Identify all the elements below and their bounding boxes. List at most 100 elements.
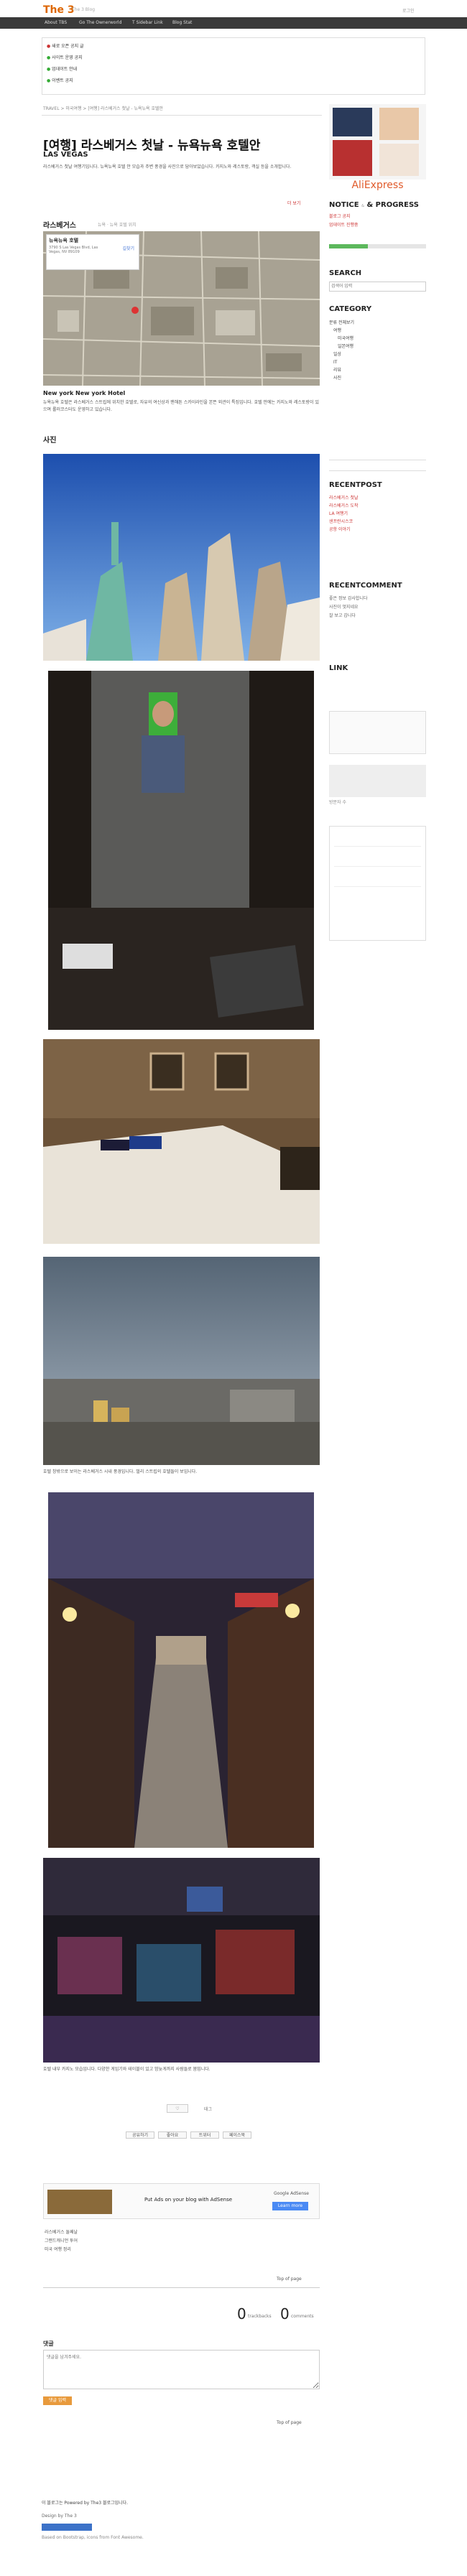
recentcomment-item[interactable]: 좋은 정보 감사합니다 [329,595,368,603]
related-list: 라스베거스 둘째날 그랜드캐니언 투어 미국 여행 정리 [45,2228,78,2254]
notice-line[interactable]: ● 이벤트 공지 [47,75,420,87]
hotel-heading: New york New york Hotel [43,390,126,396]
comments-count: 0 [280,2305,290,2322]
recentcomment-heading: RECENTCOMMENT [329,582,402,590]
photo-casino [43,1858,320,2063]
notice-item[interactable]: 블로그 공지 [329,213,359,221]
sidebar-widget [329,711,426,754]
ad-thumb [333,108,372,136]
category-item[interactable]: 여행 [329,327,354,335]
read-more-link[interactable]: 더 보기 [287,200,300,206]
related-item[interactable]: 라스베거스 둘째날 [45,2228,78,2237]
ad-label: Google AdSense [274,2191,309,2196]
recentpost-item[interactable]: 라스베거스 첫날 [329,494,359,502]
category-item[interactable]: 미국여행 [329,335,354,343]
like-button[interactable]: ♡ [167,2104,188,2113]
ad-text: Put Ads on your blog with AdSense [144,2197,233,2203]
top-link-2[interactable]: Top of page [277,2420,302,2425]
map-view[interactable]: 뉴욕뉴욕 호텔 3790 S Las Vegas Blvd, Las Vegas… [43,231,320,386]
adsense-box[interactable]: Put Ads on your blog with AdSense Google… [43,2183,320,2219]
category-item[interactable]: 리뷰 [329,366,354,374]
twitter-share-button[interactable]: 트위터 [190,2131,219,2139]
related-item[interactable]: 미국 여행 정리 [45,2246,78,2254]
nav-item[interactable]: Blog Stat [172,20,192,25]
notice-heading: NOTICE & & PROGRESS [329,201,419,209]
recentpost-item[interactable]: 공항 이야기 [329,526,359,534]
comment-submit-button[interactable]: 댓글 입력 [43,2396,72,2405]
recentcomment-item[interactable]: 잘 보고 갑니다 [329,612,368,620]
breadcrumb[interactable]: TRAVEL > 미국여행 > [여행] 라스베거스 첫날 - 뉴욕뉴욕 호텔안 [43,105,163,111]
recentpost-list: 라스베거스 첫날 라스베거스 도착 LA 여행기 샌프란시스코 공항 이야기 [329,494,359,534]
recentpost-item[interactable]: 라스베거스 도착 [329,502,359,510]
guestbook-entry[interactable] [334,831,421,847]
nav-item[interactable]: About TBS [45,20,67,25]
facebook-share-button[interactable]: 페이스북 [223,2131,251,2139]
site-logo[interactable]: The 3 [43,4,75,16]
guestbook-entry[interactable] [334,851,421,867]
nav-bar: About TBS Go The Ownerworld T Sidebar Li… [0,17,467,29]
map-directions-link[interactable]: 길찾기 [122,245,134,251]
nav-item[interactable]: T Sidebar Link [132,20,163,25]
category-item[interactable]: IT [329,358,354,366]
site-tagline: The 3 Blog [72,7,96,12]
share-button[interactable]: 공유하기 [126,2131,154,2139]
photo-room-mirror [48,671,314,1030]
section-photo: 사진 [43,437,57,445]
visitor-counter: 방문자 수 [329,800,346,805]
progress-fill [329,244,368,248]
aliexpress-logo[interactable]: AliExpress [329,180,426,191]
ad-learn-button[interactable]: Learn more [272,2202,308,2210]
footer-design: Design by The 3 [42,2514,77,2519]
section-location: 라스베거스 [43,222,76,230]
guestbook-widget [329,826,426,941]
post-intro: 라스베거스 첫날 여행기입니다. 뉴욕뉴욕 호텔 안 모습과 주변 풍경을 사진… [43,164,292,169]
footer-badge[interactable] [42,2524,92,2531]
category-item[interactable]: 분류 전체보기 [329,319,354,327]
recentpost-heading: RECENTPOST [329,481,382,489]
guestbook-entry[interactable] [334,891,421,907]
notice-box: ● 새로 오픈 공지 글 ● 사이트 운영 공지 ● 업데이트 안내 ● 이벤트… [42,37,425,95]
search-input[interactable] [329,282,426,292]
trackback-count: 0 [237,2305,246,2322]
comment-title: 댓글 [43,2340,54,2347]
photo-beds [43,1039,320,1244]
top-link[interactable]: Top of page [277,2277,302,2282]
visitor-chart [329,765,426,797]
progress-bar [329,244,426,248]
notice-line[interactable]: ● 업데이트 안내 [47,64,420,75]
ad-image [47,2190,112,2214]
recentpost-item[interactable]: 샌프란시스코 [329,518,359,526]
footer-credit: Based on Bootstrap, icons from Font Awes… [42,2535,144,2540]
map-card-title: 뉴욕뉴욕 호텔 [49,238,79,243]
nav-item[interactable]: Go The Ownerworld [79,20,121,25]
login-link[interactable]: 로그인 [402,7,415,14]
search-heading: SEARCH [329,269,362,277]
category-item[interactable]: 일본여행 [329,343,354,350]
category-item[interactable]: 일상 [329,350,354,358]
photo-city-view [43,1257,320,1465]
category-list: 분류 전체보기 여행 미국여행 일본여행 일상 IT 리뷰 사진 [329,319,354,382]
like-share-button[interactable]: 좋아요 [158,2131,187,2139]
sidebar-ad-images[interactable] [329,104,426,180]
category-heading: CATEGORY [329,305,372,313]
recentpost-item[interactable]: LA 여행기 [329,510,359,518]
related-item[interactable]: 그랜드캐니언 투어 [45,2237,78,2246]
comments-label[interactable]: comments [291,2314,314,2319]
sidebar-tabs[interactable] [329,460,426,471]
comment-textarea[interactable] [43,2350,320,2389]
notice-list: 블로그 공지 업데이트 진행중 [329,213,359,230]
notice-item[interactable]: 업데이트 진행중 [329,221,359,230]
notice-line[interactable]: ● 새로 오픈 공지 글 [47,41,420,52]
notice-line[interactable]: ● 사이트 운영 공지 [47,52,420,64]
photo-caption-2: 호텔 내부 카지노 모습입니다. 다양한 게임기와 테이블이 있고 밤늦게까지 … [43,2067,211,2072]
link-heading: LINK [329,664,348,672]
map-card-address: 3790 S Las Vegas Blvd, Las Vegas, NV 891… [49,246,98,254]
ad-thumb [379,144,419,176]
trackback-label[interactable]: trackbacks [248,2314,272,2319]
guestbook-entry[interactable] [334,871,421,887]
recentcomment-item[interactable]: 사진이 멋지네요 [329,603,368,612]
photo-hotel-street [48,1492,314,1848]
category-item[interactable]: 사진 [329,374,354,382]
ad-thumb [333,140,372,176]
photo-statue [43,454,320,661]
